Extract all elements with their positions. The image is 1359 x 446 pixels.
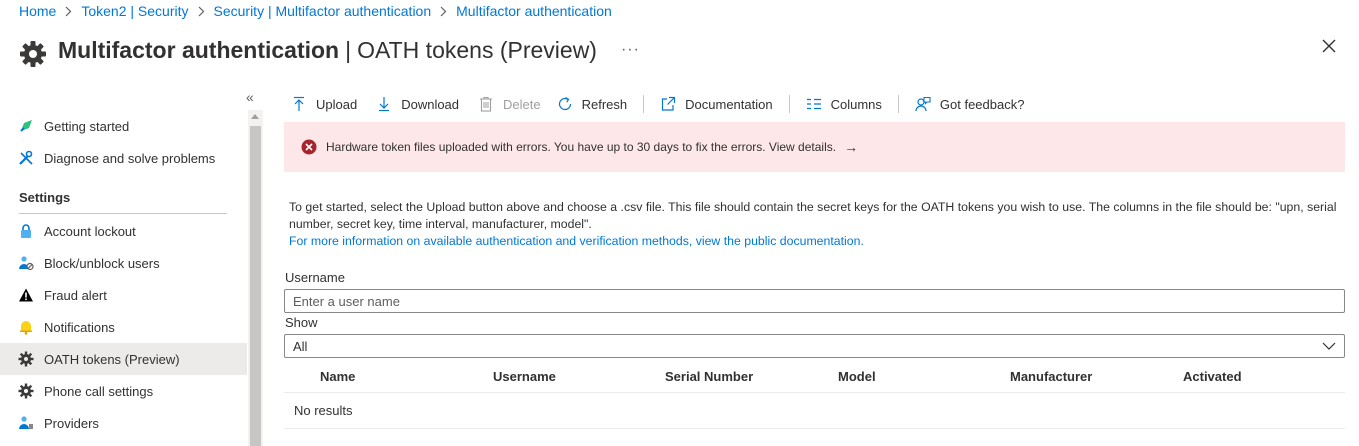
sidebar-item-label: Notifications (44, 319, 115, 335)
sidebar-scrollbar[interactable] (248, 110, 263, 446)
sidebar-item-block-unblock[interactable]: Block/unblock users (0, 247, 247, 279)
username-input[interactable] (284, 289, 1345, 313)
scroll-up-icon[interactable] (251, 114, 259, 119)
gear-icon (18, 351, 34, 367)
feedback-label: Got feedback? (939, 96, 1025, 112)
error-icon (301, 139, 317, 155)
sidebar-item-notifications[interactable]: Notifications (0, 311, 247, 343)
delete-label: Delete (503, 96, 541, 112)
command-bar: Upload Download Delete Refresh Documenta… (291, 93, 1024, 115)
sidebar-item-getting-started[interactable]: Getting started (0, 110, 247, 142)
sidebar-item-label: Fraud alert (44, 287, 107, 303)
breadcrumb: Home Token2 | Security Security | Multif… (19, 3, 612, 19)
bell-icon (18, 319, 34, 335)
sidebar-item-label: Block/unblock users (44, 255, 160, 271)
column-header-name[interactable]: Name (320, 369, 355, 384)
feedback-button[interactable]: Got feedback? (915, 96, 1025, 112)
chevron-down-icon (1322, 342, 1336, 350)
sidebar-item-label: Account lockout (44, 223, 136, 239)
external-link-icon (660, 96, 676, 112)
username-label: Username (285, 270, 345, 285)
sidebar-item-label: Getting started (44, 118, 130, 134)
sidebar-divider (19, 213, 227, 214)
download-button[interactable]: Download (376, 96, 459, 112)
columns-button[interactable]: Columns (806, 96, 882, 112)
column-header-serial-number[interactable]: Serial Number (665, 369, 753, 384)
sidebar-item-label: OATH tokens (Preview) (44, 351, 180, 367)
column-header-model[interactable]: Model (838, 369, 876, 384)
show-selected-value: All (293, 338, 308, 354)
wrench-icon (18, 150, 34, 166)
delete-button[interactable]: Delete (478, 96, 541, 112)
scrollbar-thumb[interactable] (250, 126, 261, 446)
column-header-activated[interactable]: Activated (1183, 369, 1242, 384)
sidebar-item-fraud-alert[interactable]: Fraud alert (0, 279, 247, 311)
columns-label: Columns (830, 96, 882, 112)
toolbar-divider (788, 95, 790, 113)
page-title: Multifactor authentication (58, 36, 340, 63)
warning-icon (18, 287, 34, 303)
page-header: Multifactor authentication | OATH tokens… (19, 32, 640, 68)
refresh-label: Refresh (581, 96, 628, 112)
show-label: Show (285, 315, 318, 330)
table-divider (284, 428, 1345, 429)
chevron-right-icon (440, 6, 447, 17)
breadcrumb-security-mfa[interactable]: Security | Multifactor authentication (214, 3, 432, 19)
upload-button[interactable]: Upload (291, 96, 357, 112)
sidebar-item-account-lockout[interactable]: Account lockout (0, 215, 247, 247)
breadcrumb-token2-security[interactable]: Token2 | Security (81, 3, 188, 19)
table-header: Name Username Serial Number Model Manufa… (284, 362, 1345, 393)
column-header-username[interactable]: Username (493, 369, 556, 384)
documentation-label: Documentation (685, 96, 773, 112)
column-header-manufacturer[interactable]: Manufacturer (1010, 369, 1092, 384)
trash-icon (478, 96, 494, 112)
upload-icon (291, 96, 307, 112)
chevron-right-icon (198, 6, 205, 17)
show-dropdown[interactable]: All (284, 334, 1345, 358)
sidebar-item-providers[interactable]: Providers (0, 407, 247, 439)
gear-icon (18, 383, 34, 399)
error-banner[interactable]: Hardware token files uploaded with error… (284, 122, 1345, 172)
intro-description: To get started, select the Upload button… (289, 200, 1337, 231)
download-label: Download (401, 96, 460, 112)
feedback-icon (915, 96, 931, 112)
upload-label: Upload (316, 96, 358, 112)
error-message: Hardware token files uploaded with error… (326, 140, 837, 154)
title-separator: | (345, 36, 352, 63)
rocket-icon (18, 118, 34, 134)
refresh-button[interactable]: Refresh (557, 96, 628, 112)
empty-table-message: No results (294, 403, 353, 418)
sidebar-section-settings: Settings (19, 190, 71, 205)
sidebar-item-label: Phone call settings (44, 383, 154, 399)
chevron-right-icon (65, 6, 72, 17)
sidebar-item-oath-tokens[interactable]: OATH tokens (Preview) (0, 343, 247, 375)
breadcrumb-home[interactable]: Home (19, 3, 56, 19)
refresh-icon (557, 96, 573, 112)
page-subtitle: OATH tokens (Preview) (357, 36, 597, 63)
documentation-button[interactable]: Documentation (660, 96, 773, 112)
toolbar-divider (897, 95, 899, 113)
sidebar-item-label: Diagnose and solve problems (44, 150, 216, 166)
download-icon (376, 96, 392, 112)
breadcrumb-mfa[interactable]: Multifactor authentication (456, 3, 612, 19)
arrow-right-icon[interactable]: → (844, 139, 858, 155)
lock-icon (18, 223, 34, 239)
toolbar-divider (643, 95, 645, 113)
sidebar-item-label: Providers (44, 415, 99, 431)
sidebar-item-diagnose[interactable]: Diagnose and solve problems (0, 142, 247, 174)
providers-icon (18, 415, 34, 431)
more-options-button[interactable]: ··· (621, 41, 640, 59)
collapse-sidebar-button[interactable]: « (246, 89, 254, 105)
columns-icon (806, 96, 822, 112)
close-icon[interactable] (1320, 37, 1338, 55)
users-block-icon (18, 255, 34, 271)
sidebar: Getting started Diagnose and solve probl… (0, 110, 247, 446)
public-documentation-link[interactable]: For more information on available authen… (289, 233, 1344, 250)
intro-text: To get started, select the Upload button… (289, 199, 1344, 250)
sidebar-item-phone-call-settings[interactable]: Phone call settings (0, 375, 247, 407)
gear-icon (20, 41, 46, 67)
